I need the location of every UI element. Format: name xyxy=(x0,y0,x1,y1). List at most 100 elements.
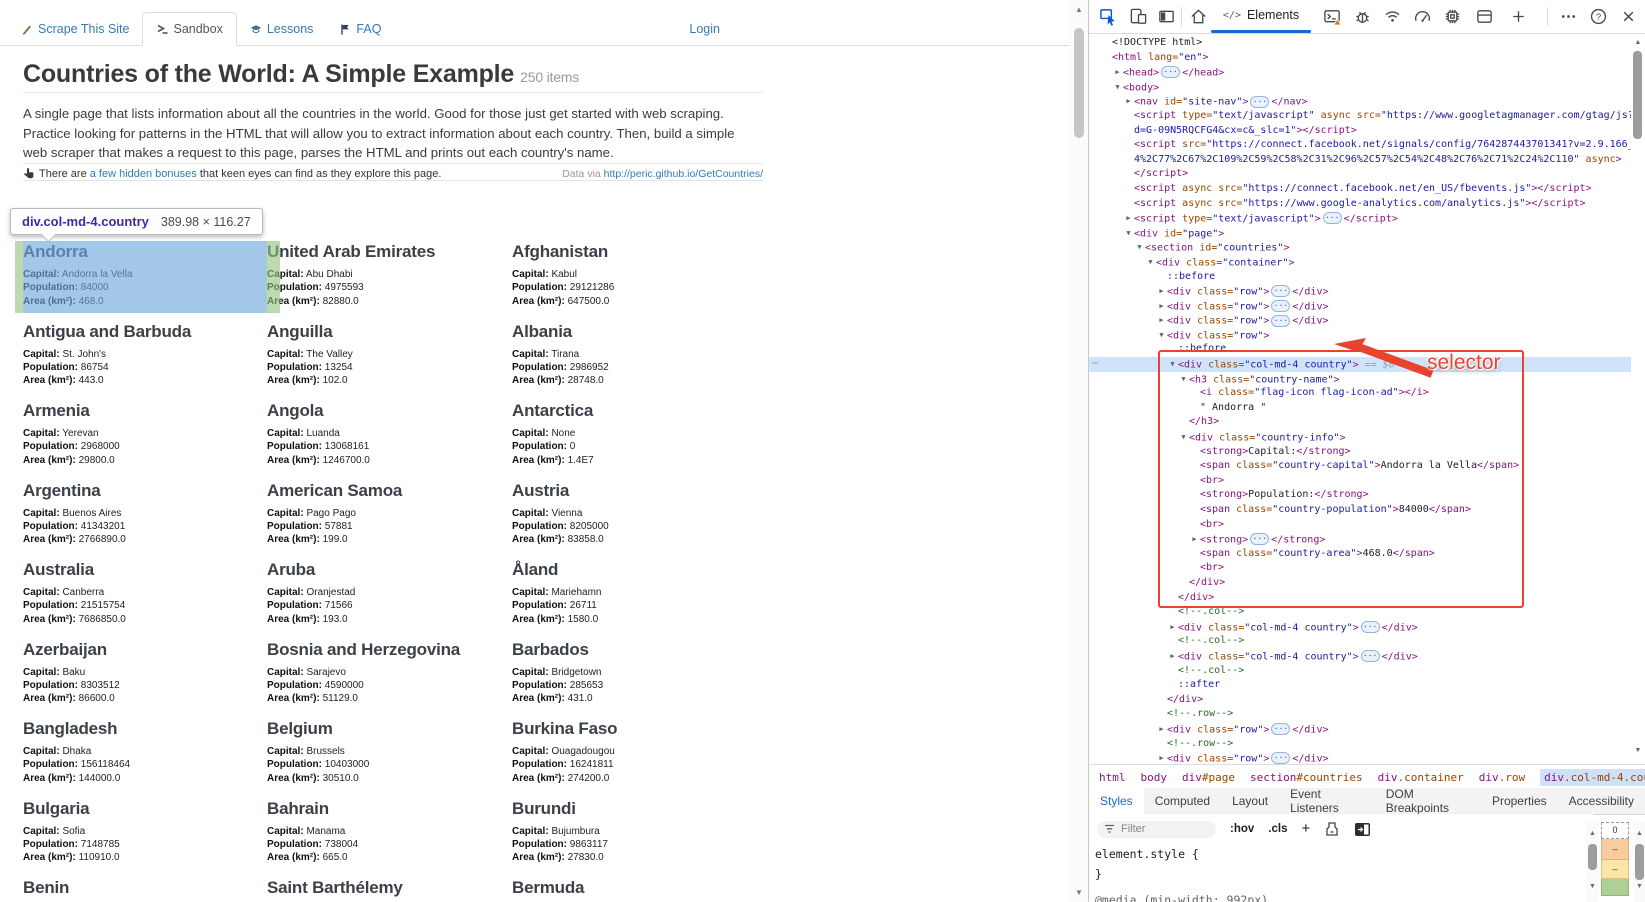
dom-tree-line[interactable]: <!--.row--> xyxy=(1089,707,1632,722)
breadcrumb-div.col-md-4.country[interactable]: div.col-md-4.country xyxy=(1540,769,1645,786)
dom-tree-line[interactable]: <!DOCTYPE html> xyxy=(1089,36,1632,51)
ellipsis-expander[interactable]: ··· xyxy=(1361,650,1380,662)
tab-properties[interactable]: Properties xyxy=(1481,788,1558,814)
nav-item-sandbox[interactable]: Sandbox xyxy=(142,12,236,46)
dom-tree-line[interactable]: <strong>Capital:</strong> xyxy=(1089,445,1632,460)
elements-scrollbar[interactable]: ▲ ▼ xyxy=(1631,36,1645,762)
dom-tree-line[interactable]: ▼<div class="container"> xyxy=(1089,255,1632,270)
dom-tree-line[interactable]: <script type="text/javascript" async src… xyxy=(1089,109,1632,124)
dom-tree-line[interactable]: ▶<div class="row">···</div> xyxy=(1089,284,1632,299)
ellipsis-expander[interactable]: ··· xyxy=(1323,212,1342,224)
dom-tree-line[interactable]: d=G-09N5RQCFG4&cx=c&_slc=1"></script> xyxy=(1089,124,1632,139)
tab-styles[interactable]: Styles xyxy=(1089,788,1144,814)
dom-tree-line[interactable]: <strong>Population:</strong> xyxy=(1089,488,1632,503)
collapsed-arrow-icon[interactable]: ▶ xyxy=(1156,299,1167,314)
dom-tree-line[interactable]: <br> xyxy=(1089,474,1632,489)
nav-item-lessons[interactable]: Lessons xyxy=(237,12,327,45)
ellipsis-expander[interactable]: ··· xyxy=(1250,96,1269,108)
dom-tree-line[interactable]: ▶<div class="col-md-4 country">···</div> xyxy=(1089,620,1632,635)
expanded-arrow-icon[interactable]: ▼ xyxy=(1134,240,1145,255)
page-scrollbar[interactable]: ▲ ▼ xyxy=(1070,0,1088,902)
expanded-arrow-icon[interactable]: ▼ xyxy=(1167,357,1178,372)
dom-tree-line[interactable]: <!--.col--> xyxy=(1089,664,1632,679)
collapsed-arrow-icon[interactable]: ▶ xyxy=(1156,284,1167,299)
scroll-up-icon[interactable]: ▲ xyxy=(1631,39,1645,46)
styles-scrollbar[interactable]: ▲ ▼ xyxy=(1586,822,1599,902)
dom-tree-line[interactable]: <span class="country-capital">Andorra la… xyxy=(1089,459,1632,474)
device-emulation-icon[interactable] xyxy=(1127,5,1149,27)
dom-tree-line[interactable]: ▶<strong>···</strong> xyxy=(1089,532,1632,547)
tab-layout[interactable]: Layout xyxy=(1221,788,1279,814)
dom-tree-line[interactable]: <!--.col--> xyxy=(1089,634,1632,649)
dom-tree-line[interactable]: ▼<div class="country-info"> xyxy=(1089,430,1632,445)
breadcrumb-div.container[interactable]: div.container xyxy=(1378,771,1464,784)
expanded-arrow-icon[interactable]: ▼ xyxy=(1123,226,1134,241)
tab-accessibility[interactable]: Accessibility xyxy=(1558,788,1645,814)
dom-tree-line[interactable]: ::before xyxy=(1089,270,1632,285)
new-style-rule-button[interactable]: + xyxy=(1301,820,1310,837)
dom-tree-line[interactable]: <script src="https://connect.facebook.ne… xyxy=(1089,138,1632,153)
dom-tree-line[interactable]: ▼<body> xyxy=(1089,80,1632,95)
scroll-down-icon[interactable]: ▼ xyxy=(1070,888,1088,897)
dock-side-icon[interactable] xyxy=(1155,5,1177,27)
dom-tree-line[interactable]: </h3> xyxy=(1089,415,1632,430)
ellipsis-expander[interactable]: ··· xyxy=(1271,723,1290,735)
nav-item-faq[interactable]: FAQ xyxy=(326,12,394,45)
dom-tree-line[interactable]: <br> xyxy=(1089,561,1632,576)
dom-tree-line[interactable]: <i class="flag-icon flag-icon-ad"></i> xyxy=(1089,386,1632,401)
scroll-up-icon[interactable]: ▲ xyxy=(1633,830,1645,837)
data-source-link[interactable]: http://peric.github.io/GetCountries/ xyxy=(604,168,763,180)
ellipsis-expander[interactable]: ··· xyxy=(1271,285,1290,297)
dom-tree-line[interactable]: ▶<script type="text/javascript">···</scr… xyxy=(1089,211,1632,226)
dom-tree-line[interactable]: <!--.col--> xyxy=(1089,605,1632,620)
hint-link[interactable]: a few hidden bonuses xyxy=(90,168,197,180)
expanded-arrow-icon[interactable]: ▼ xyxy=(1145,255,1156,270)
toggle-hover-state[interactable]: :hov xyxy=(1230,823,1254,835)
breadcrumb-body[interactable]: body xyxy=(1141,771,1168,784)
ellipsis-expander[interactable]: ··· xyxy=(1271,752,1290,764)
scroll-up-icon[interactable]: ▲ xyxy=(1070,5,1088,14)
dom-tree-line[interactable]: <html lang="en"> xyxy=(1089,51,1632,66)
breadcrumb-html[interactable]: html xyxy=(1099,771,1126,784)
issues-icon[interactable] xyxy=(1351,5,1373,27)
sidebar-scrollbar-thumb[interactable] xyxy=(1635,844,1644,880)
add-tools-icon[interactable] xyxy=(1507,5,1529,27)
elements-scrollbar-thumb[interactable] xyxy=(1633,51,1642,139)
expanded-arrow-icon[interactable]: ▼ xyxy=(1156,328,1167,343)
dom-tree-line[interactable]: ▶<div class="col-md-4 country">···</div> xyxy=(1089,649,1632,664)
performance-icon[interactable] xyxy=(1411,5,1433,27)
ellipsis-expander[interactable]: ··· xyxy=(1271,300,1290,312)
network-conditions-icon[interactable] xyxy=(1381,5,1403,27)
ellipsis-expander[interactable]: ··· xyxy=(1361,621,1380,633)
collapsed-arrow-icon[interactable]: ▶ xyxy=(1112,65,1123,80)
collapsed-arrow-icon[interactable]: ▶ xyxy=(1189,532,1200,547)
dom-tree-line[interactable]: ▼<div id="page"> xyxy=(1089,226,1632,241)
home-icon[interactable] xyxy=(1187,5,1209,27)
element-style-rule[interactable]: element.style { xyxy=(1095,844,1591,864)
gutter-dots-icon[interactable]: ⋯ xyxy=(1092,357,1097,372)
expanded-arrow-icon[interactable]: ▼ xyxy=(1178,430,1189,445)
collapsed-arrow-icon[interactable]: ▶ xyxy=(1123,94,1134,109)
expand-sidebar-icon[interactable] xyxy=(1354,822,1371,837)
dom-tree-line[interactable]: <span class="country-area">468.0</span> xyxy=(1089,547,1632,562)
dom-tree-line[interactable]: </script> xyxy=(1089,167,1632,182)
application-icon[interactable] xyxy=(1473,5,1495,27)
scroll-up-icon[interactable]: ▲ xyxy=(1586,830,1599,837)
tab-elements[interactable]: </> Elements xyxy=(1211,0,1311,30)
dom-tree-line[interactable]: </div> xyxy=(1089,693,1632,708)
scroll-down-icon[interactable]: ▼ xyxy=(1631,747,1645,754)
dom-tree-line[interactable]: " Andorra " xyxy=(1089,401,1632,416)
tab-event-listeners[interactable]: Event Listeners xyxy=(1279,788,1375,814)
dom-tree-line[interactable]: </div> xyxy=(1089,576,1632,591)
nav-item-scrape-this-site[interactable]: Scrape This Site xyxy=(8,12,142,45)
dom-tree-line[interactable]: ▶<div class="row">···</div> xyxy=(1089,299,1632,314)
dom-tree-line[interactable]: <span class="country-population">84000</… xyxy=(1089,503,1632,518)
dom-tree-line[interactable]: </div> xyxy=(1089,591,1632,606)
styles-scrollbar-thumb[interactable] xyxy=(1588,844,1597,870)
ellipsis-expander[interactable]: ··· xyxy=(1271,315,1290,327)
memory-icon[interactable] xyxy=(1441,5,1463,27)
ellipsis-expander[interactable]: ··· xyxy=(1250,533,1269,545)
breadcrumb-div#page[interactable]: div#page xyxy=(1182,771,1235,784)
collapsed-arrow-icon[interactable]: ▶ xyxy=(1123,211,1134,226)
breadcrumb-div.row[interactable]: div.row xyxy=(1479,771,1525,784)
